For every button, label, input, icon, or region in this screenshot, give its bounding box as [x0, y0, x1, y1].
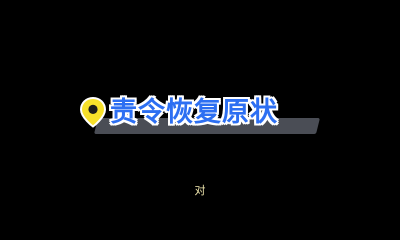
subtitle-caption: 对 — [194, 184, 206, 197]
title-text: 责令恢复原状 — [109, 96, 278, 128]
location-pin-icon — [78, 96, 108, 128]
title-banner: 责令恢复原状 — [78, 92, 278, 132]
video-frame: 责令恢复原状 对 — [0, 0, 400, 226]
